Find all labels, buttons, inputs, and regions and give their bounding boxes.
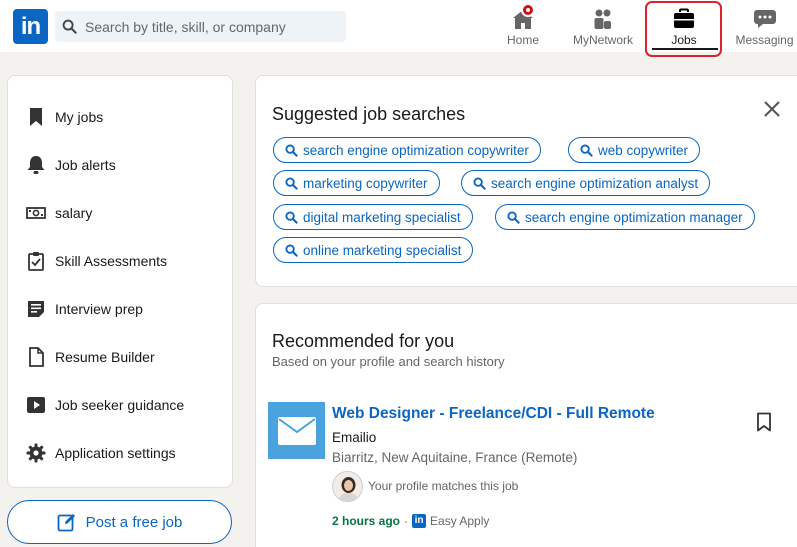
bell-icon — [27, 156, 45, 174]
suggested-searches-title: Suggested job searches — [272, 104, 466, 124]
sidebar-item-salary[interactable]: salary — [26, 201, 92, 225]
job-meta-row: 2 hours ago · in Easy Apply — [332, 514, 489, 528]
profile-match-text: Your profile matches this job — [368, 479, 519, 493]
posted-time: 2 hours ago — [332, 514, 401, 528]
edit-icon — [57, 514, 75, 532]
bookmark-icon — [30, 108, 42, 126]
sidebar-item-application-settings[interactable]: Application settings — [26, 441, 176, 465]
search-pill-label: web copywriter — [598, 142, 689, 158]
job-location: Biarritz, New Aquitaine, France (Remote) — [332, 450, 578, 465]
recommended-jobs-card: Recommended for you Based on your profil… — [255, 303, 797, 547]
gear-icon — [26, 443, 46, 463]
search-icon — [473, 176, 486, 190]
search-icon — [507, 210, 520, 224]
sidebar-item-label: Application settings — [55, 445, 176, 461]
linkedin-logo[interactable]: in — [13, 9, 48, 44]
search-pill[interactable]: digital marketing specialist — [273, 204, 473, 230]
sidebar-item-label: Skill Assessments — [55, 253, 168, 269]
profile-match-row: Your profile matches this job — [332, 470, 519, 502]
nav-jobs[interactable]: Jobs — [648, 0, 720, 52]
search-icon — [285, 210, 298, 224]
post-free-job-label: Post a free job — [85, 513, 183, 531]
search-pill-label: online marketing specialist — [303, 242, 462, 258]
avatar — [332, 470, 363, 502]
search-pill-label: digital marketing specialist — [303, 209, 461, 225]
jobs-sidebar: My jobs Job alerts salary Skill Assessme… — [7, 75, 233, 488]
search-icon — [285, 143, 298, 157]
job-company: Emailio — [332, 430, 377, 445]
recommended-subtitle: Based on your profile and search history — [272, 354, 505, 369]
search-icon — [285, 176, 298, 190]
briefcase-icon — [672, 8, 696, 30]
nav-jobs-label: Jobs — [671, 33, 697, 47]
sidebar-item-label: Job alerts — [55, 157, 116, 173]
bookmark-icon[interactable] — [756, 412, 772, 432]
suggested-searches-card: Suggested job searches search engine opt… — [255, 75, 797, 287]
nav-home-label: Home — [506, 33, 539, 47]
clipboard-check-icon — [28, 252, 44, 271]
nav-my-network-label: MyNetwork — [572, 33, 633, 47]
sidebar-item-label: salary — [55, 205, 93, 221]
sidebar-item-interview-prep[interactable]: Interview prep — [26, 297, 143, 321]
money-icon — [26, 207, 46, 219]
search-pill-label: search engine optimization analyst — [491, 175, 699, 191]
notes-icon — [28, 301, 44, 317]
search-icon — [62, 19, 77, 34]
sidebar-item-label: Interview prep — [55, 301, 143, 317]
close-icon[interactable] — [763, 100, 781, 118]
search-pill-label: search engine optimization manager — [525, 209, 743, 225]
search-input[interactable] — [85, 18, 335, 35]
chat-icon — [753, 8, 777, 30]
notification-badge — [521, 3, 535, 17]
sidebar-item-label: My jobs — [55, 109, 104, 125]
search-pill[interactable]: search engine optimization copywriter — [273, 137, 541, 163]
search-icon — [285, 243, 298, 257]
sidebar-item-my-jobs[interactable]: My jobs — [26, 105, 103, 129]
active-tab-indicator — [652, 48, 718, 50]
search-pill-label: search engine optimization copywriter — [303, 142, 529, 158]
sidebar-item-label: Job seeker guidance — [55, 397, 185, 413]
easy-apply-label: Easy Apply — [430, 514, 490, 528]
recommended-title: Recommended for you — [272, 331, 455, 351]
nav-messaging[interactable]: Messaging — [732, 0, 797, 52]
nav-home[interactable]: Home — [503, 0, 543, 52]
search-pill-label: marketing copywriter — [303, 175, 428, 191]
linkedin-icon: in — [412, 514, 427, 528]
home-icon — [511, 3, 535, 30]
post-free-job-button[interactable]: Post a free job — [7, 500, 232, 544]
nav-messaging-label: Messaging — [735, 33, 794, 47]
search-pill[interactable]: web copywriter — [568, 137, 701, 163]
meta-separator: · — [404, 514, 409, 528]
sidebar-item-job-seeker-guidance[interactable]: Job seeker guidance — [26, 393, 184, 417]
top-navigation-bar: in Home MyNetwork Jobs Messaging — [0, 0, 797, 57]
nav-my-network[interactable]: MyNetwork — [569, 0, 637, 52]
search-pill[interactable]: search engine optimization analyst — [461, 170, 711, 196]
job-title-link[interactable]: Web Designer - Freelance/CDI - Full Remo… — [332, 405, 655, 423]
search-pill[interactable]: search engine optimization manager — [495, 204, 755, 230]
company-logo[interactable] — [268, 402, 325, 459]
search-icon — [580, 143, 593, 157]
document-icon — [29, 347, 44, 367]
search-pill[interactable]: online marketing specialist — [273, 237, 474, 263]
sidebar-item-skill-assessments[interactable]: Skill Assessments — [26, 249, 167, 273]
envelope-icon — [277, 416, 316, 445]
search-pill[interactable]: marketing copywriter — [273, 170, 440, 196]
sidebar-item-job-alerts[interactable]: Job alerts — [26, 153, 116, 177]
people-icon — [591, 8, 615, 30]
search-bar[interactable] — [55, 11, 346, 42]
video-icon — [27, 397, 45, 413]
sidebar-item-resume-builder[interactable]: Resume Builder — [26, 345, 155, 369]
sidebar-item-label: Resume Builder — [55, 349, 155, 365]
